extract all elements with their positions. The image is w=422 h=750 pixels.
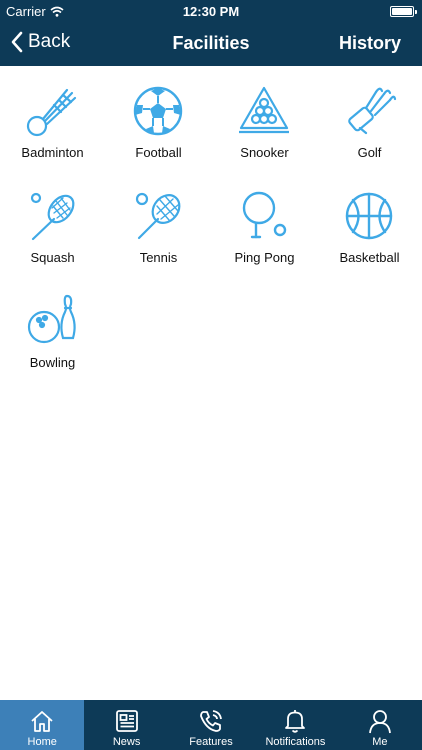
facility-basketball[interactable]: Basketball: [317, 171, 422, 276]
status-time: 12:30 PM: [182, 4, 240, 19]
tab-home[interactable]: Home: [0, 700, 85, 750]
snooker-rack-icon: [239, 86, 289, 134]
tab-label: Me: [372, 736, 388, 748]
facility-snooker[interactable]: Snooker: [212, 66, 317, 171]
facility-label: Football: [135, 145, 182, 160]
newspaper-icon: [115, 710, 138, 732]
shuttlecock-icon: [26, 88, 77, 137]
chevron-left-icon: [11, 31, 23, 53]
facility-label: Bowling: [29, 355, 76, 370]
tab-label: Features: [189, 736, 233, 748]
phone-icon: [200, 710, 222, 732]
tab-features[interactable]: Features: [169, 700, 253, 750]
home-icon: [31, 711, 53, 732]
facility-label: Golf: [357, 145, 382, 160]
facility-label: Ping Pong: [234, 250, 295, 265]
facility-label: Snooker: [240, 145, 289, 160]
facility-label: Badminton: [21, 145, 84, 160]
tab-bar: Home News Features Notifications Me: [0, 700, 422, 750]
tab-label: Home: [27, 736, 57, 748]
football-icon: [133, 86, 183, 136]
tab-me[interactable]: Me: [338, 700, 422, 750]
tab-news[interactable]: News: [84, 700, 168, 750]
navigation-bar: Back Facilities History: [0, 22, 422, 66]
squash-racket-icon: [30, 192, 75, 241]
facility-label: Squash: [30, 250, 75, 265]
facility-ping-pong[interactable]: Ping Pong: [212, 171, 317, 276]
tab-label: News: [112, 736, 141, 748]
bowling-icon: [27, 294, 76, 344]
bell-icon: [285, 710, 306, 733]
basketball-icon: [345, 192, 393, 240]
facility-label: Basketball: [339, 250, 400, 265]
back-label: Back: [28, 31, 71, 52]
status-bar: Carrier 12:30 PM: [0, 0, 422, 22]
facility-label: Tennis: [139, 250, 178, 265]
facility-tennis[interactable]: Tennis: [106, 171, 211, 276]
tab-label: Notifications: [265, 736, 326, 748]
history-button[interactable]: History: [339, 33, 401, 54]
facility-squash[interactable]: Squash: [0, 171, 105, 276]
battery-icon: [390, 6, 417, 17]
ping-pong-paddle-icon: [242, 191, 287, 239]
facility-golf[interactable]: Golf: [317, 66, 422, 171]
person-icon: [368, 710, 391, 734]
facility-football[interactable]: Football: [106, 66, 211, 171]
facility-bowling[interactable]: Bowling: [0, 276, 105, 381]
tab-notifications[interactable]: Notifications: [253, 700, 337, 750]
facility-badminton[interactable]: Badminton: [0, 66, 105, 171]
back-button[interactable]: Back: [10, 31, 70, 53]
tennis-racket-icon: [135, 192, 181, 240]
golf-bag-icon: [348, 87, 397, 135]
